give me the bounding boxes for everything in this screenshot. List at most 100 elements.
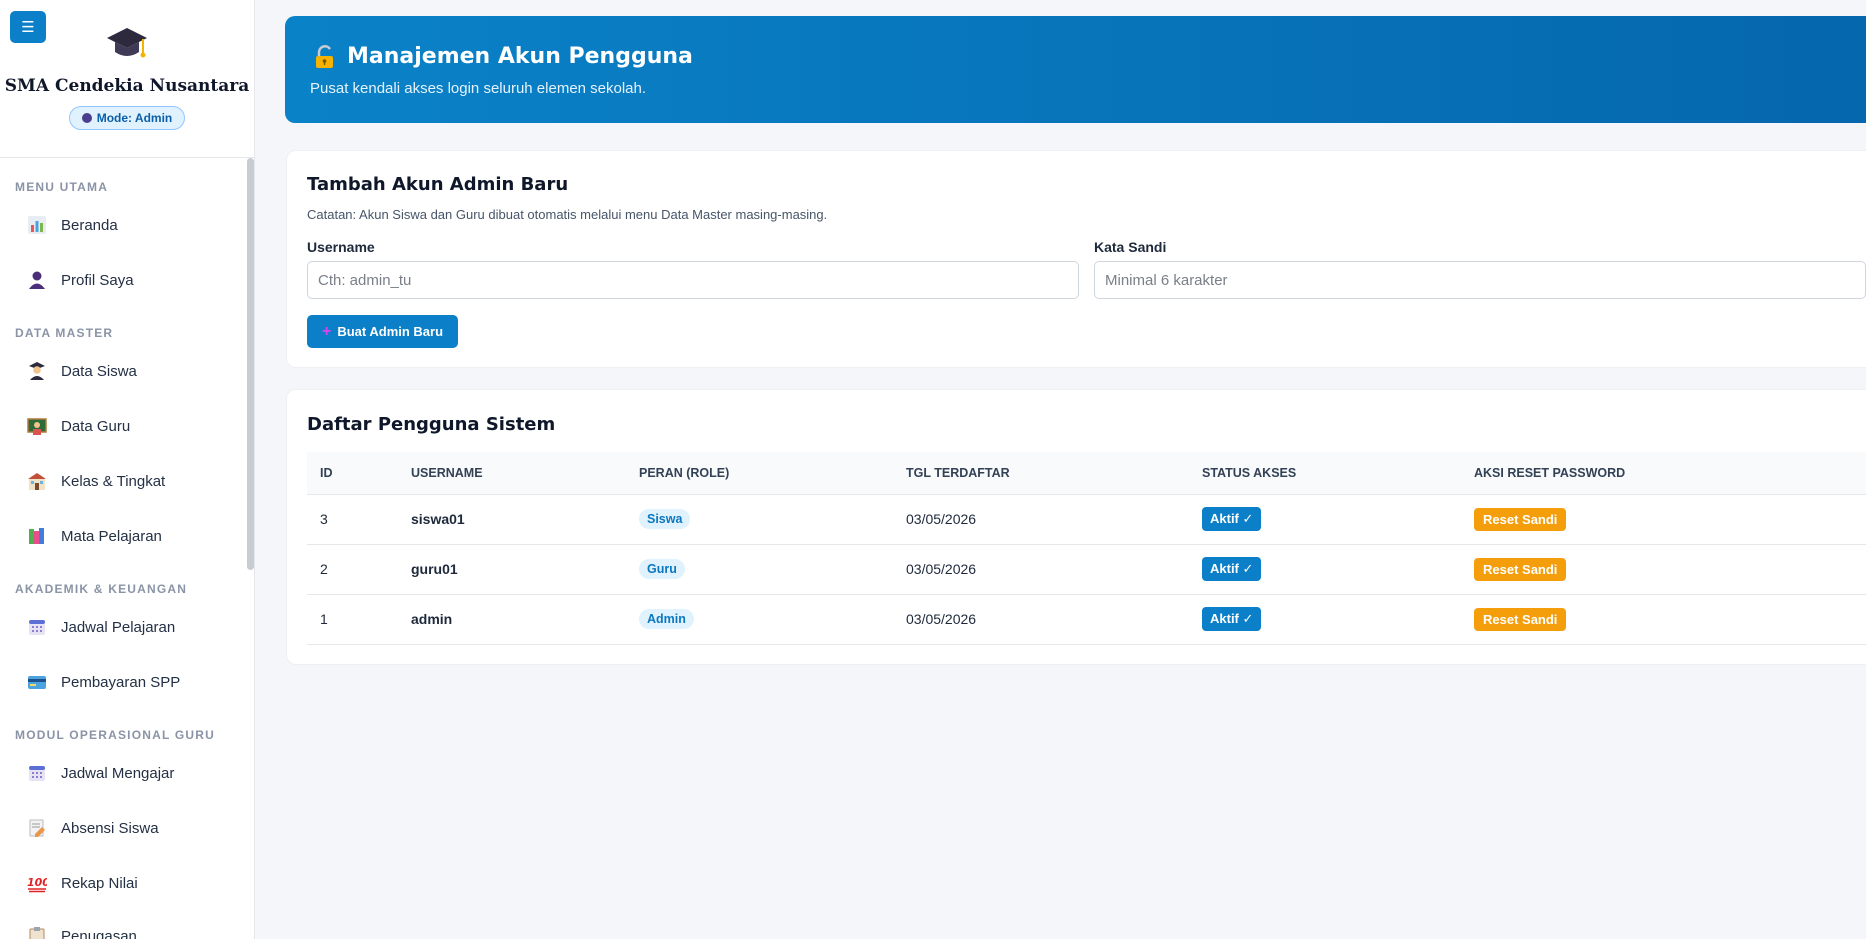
role-badge: Admin xyxy=(639,609,694,629)
table-row: 3 siswa01 Siswa 03/05/2026 Aktif ✓ Reset… xyxy=(307,494,1866,545)
column-header-status: STATUS AKSES xyxy=(1189,452,1461,495)
section-data-master: DATA MASTER xyxy=(15,326,114,340)
table-header-row: ID USERNAME PERAN (ROLE) TGL TERDAFTAR S… xyxy=(307,452,1866,495)
cell-status: Aktif ✓ xyxy=(1189,494,1461,545)
cell-date: 03/05/2026 xyxy=(893,594,1189,645)
cell-role: Admin xyxy=(626,594,893,645)
person-icon xyxy=(27,270,47,290)
sidebar-item-label: Data Siswa xyxy=(61,362,137,380)
users-table-title: Daftar Pengguna Sistem xyxy=(307,414,556,435)
sidebar-item-mata-pelajaran[interactable]: Mata Pelajaran xyxy=(27,522,162,550)
password-label: Kata Sandi xyxy=(1094,239,1167,255)
username-input[interactable] xyxy=(307,261,1079,299)
section-modul-operasional-guru: MODUL OPERASIONAL GURU xyxy=(15,728,215,742)
section-menu-utama: MENU UTAMA xyxy=(15,180,109,194)
sidebar-item-label: Kelas & Tingkat xyxy=(61,472,166,490)
sidebar-item-data-siswa[interactable]: Data Siswa xyxy=(27,357,137,385)
calendar-icon xyxy=(27,763,47,783)
users-table: ID USERNAME PERAN (ROLE) TGL TERDAFTAR S… xyxy=(307,452,1866,645)
create-admin-label: Buat Admin Baru xyxy=(337,324,444,339)
sidebar-item-rekap-nilai[interactable]: 100 Rekap Nilai xyxy=(27,869,138,897)
sidebar-item-absensi-siswa[interactable]: Absensi Siswa xyxy=(27,814,159,842)
cell-action: Reset Sandi xyxy=(1461,594,1866,645)
sidebar-item-label: Mata Pelajaran xyxy=(61,527,162,545)
users-card: Daftar Pengguna Sistem ID USERNAME PERAN… xyxy=(286,389,1866,665)
books-icon xyxy=(27,526,47,546)
cell-username: admin xyxy=(398,594,626,645)
sidebar-item-profil-saya[interactable]: Profil Saya xyxy=(27,266,134,294)
add-admin-note: Catatan: Akun Siswa dan Guru dibuat otom… xyxy=(307,207,828,222)
hundred-points-icon: 100 xyxy=(27,873,47,893)
cell-action: Reset Sandi xyxy=(1461,544,1866,595)
reset-password-button[interactable]: Reset Sandi xyxy=(1474,607,1567,631)
status-badge: Aktif ✓ xyxy=(1202,557,1262,581)
svg-text:100: 100 xyxy=(27,876,47,889)
sidebar-item-penugasan[interactable]: Penugasan xyxy=(27,922,137,939)
school-name: SMA Cendekia Nusantara xyxy=(4,76,250,96)
sidebar-item-label: Penugasan xyxy=(61,927,137,939)
cell-status: Aktif ✓ xyxy=(1189,544,1461,595)
sidebar-brand: SMA Cendekia Nusantara Mode: Admin xyxy=(0,24,254,130)
lock-icon xyxy=(316,44,333,68)
reset-password-button[interactable]: Reset Sandi xyxy=(1474,507,1567,531)
student-icon xyxy=(27,361,47,381)
user-icon xyxy=(81,113,92,123)
column-header-role: PERAN (ROLE) xyxy=(626,452,893,495)
sidebar-item-data-guru[interactable]: Data Guru xyxy=(27,412,130,440)
sidebar-item-label: Rekap Nilai xyxy=(61,874,138,892)
sidebar-divider xyxy=(0,157,254,158)
username-label: Username xyxy=(307,239,375,255)
page-subtitle: Pusat kendali akses login seluruh elemen… xyxy=(310,80,647,97)
cell-id: 2 xyxy=(307,544,398,595)
mode-badge: Mode: Admin xyxy=(68,106,186,130)
sidebar-item-label: Data Guru xyxy=(61,417,131,435)
page-title-text: Manajemen Akun Pengguna xyxy=(347,44,693,69)
column-header-id: ID xyxy=(307,452,398,495)
clipboard-icon xyxy=(27,926,47,939)
sidebar-item-jadwal-pelajaran[interactable]: Jadwal Pelajaran xyxy=(27,613,175,641)
calendar-icon xyxy=(27,617,47,637)
cell-id: 3 xyxy=(307,494,398,545)
cell-role: Siswa xyxy=(626,494,893,545)
sidebar-item-pembayaran-spp[interactable]: Pembayaran SPP xyxy=(27,668,180,696)
page-header: Manajemen Akun Pengguna Pusat kendali ak… xyxy=(285,16,1866,123)
column-header-username: USERNAME xyxy=(398,452,626,495)
cell-status: Aktif ✓ xyxy=(1189,594,1461,645)
column-header-date: TGL TERDAFTAR xyxy=(893,452,1189,495)
school-icon xyxy=(27,471,47,491)
sidebar-item-label: Jadwal Mengajar xyxy=(61,764,175,782)
sidebar-item-label: Pembayaran SPP xyxy=(61,673,181,691)
sidebar-item-beranda[interactable]: Beranda xyxy=(27,211,118,239)
add-admin-title: Tambah Akun Admin Baru xyxy=(307,174,569,195)
sidebar-item-label: Absensi Siswa xyxy=(61,819,159,837)
cell-date: 03/05/2026 xyxy=(893,494,1189,545)
cell-date: 03/05/2026 xyxy=(893,544,1189,595)
sidebar-item-label: Jadwal Pelajaran xyxy=(61,618,176,636)
column-header-action: AKSI RESET PASSWORD xyxy=(1461,452,1866,495)
page-title: Manajemen Akun Pengguna xyxy=(313,44,693,69)
status-badge: Aktif ✓ xyxy=(1202,607,1262,631)
cell-action: Reset Sandi xyxy=(1461,494,1866,545)
plus-icon: + xyxy=(322,322,332,340)
memo-icon xyxy=(27,818,47,838)
role-badge: Guru xyxy=(639,559,685,579)
reset-password-button[interactable]: Reset Sandi xyxy=(1474,557,1567,581)
bar-chart-icon xyxy=(27,215,47,235)
password-input[interactable] xyxy=(1094,261,1866,299)
status-badge: Aktif ✓ xyxy=(1202,507,1262,531)
mode-label: Mode: Admin xyxy=(96,111,173,125)
create-admin-button[interactable]: + Buat Admin Baru xyxy=(307,315,459,348)
table-row: 1 admin Admin 03/05/2026 Aktif ✓ Reset S… xyxy=(307,594,1866,645)
sidebar-item-label: Beranda xyxy=(61,216,118,234)
sidebar-item-kelas-tingkat[interactable]: Kelas & Tingkat xyxy=(27,467,165,495)
sidebar-scrollbar[interactable] xyxy=(247,158,254,570)
cell-id: 1 xyxy=(307,594,398,645)
graduation-cap-icon xyxy=(107,28,147,58)
section-akademik-keuangan: AKADEMIK & KEUANGAN xyxy=(15,582,188,596)
teacher-icon xyxy=(27,416,47,436)
sidebar-item-label: Profil Saya xyxy=(61,271,134,289)
role-badge: Siswa xyxy=(639,509,691,529)
sidebar-item-jadwal-mengajar[interactable]: Jadwal Mengajar xyxy=(27,759,174,787)
cell-role: Guru xyxy=(626,544,893,595)
add-admin-card: Tambah Akun Admin Baru Catatan: Akun Sis… xyxy=(286,150,1866,368)
